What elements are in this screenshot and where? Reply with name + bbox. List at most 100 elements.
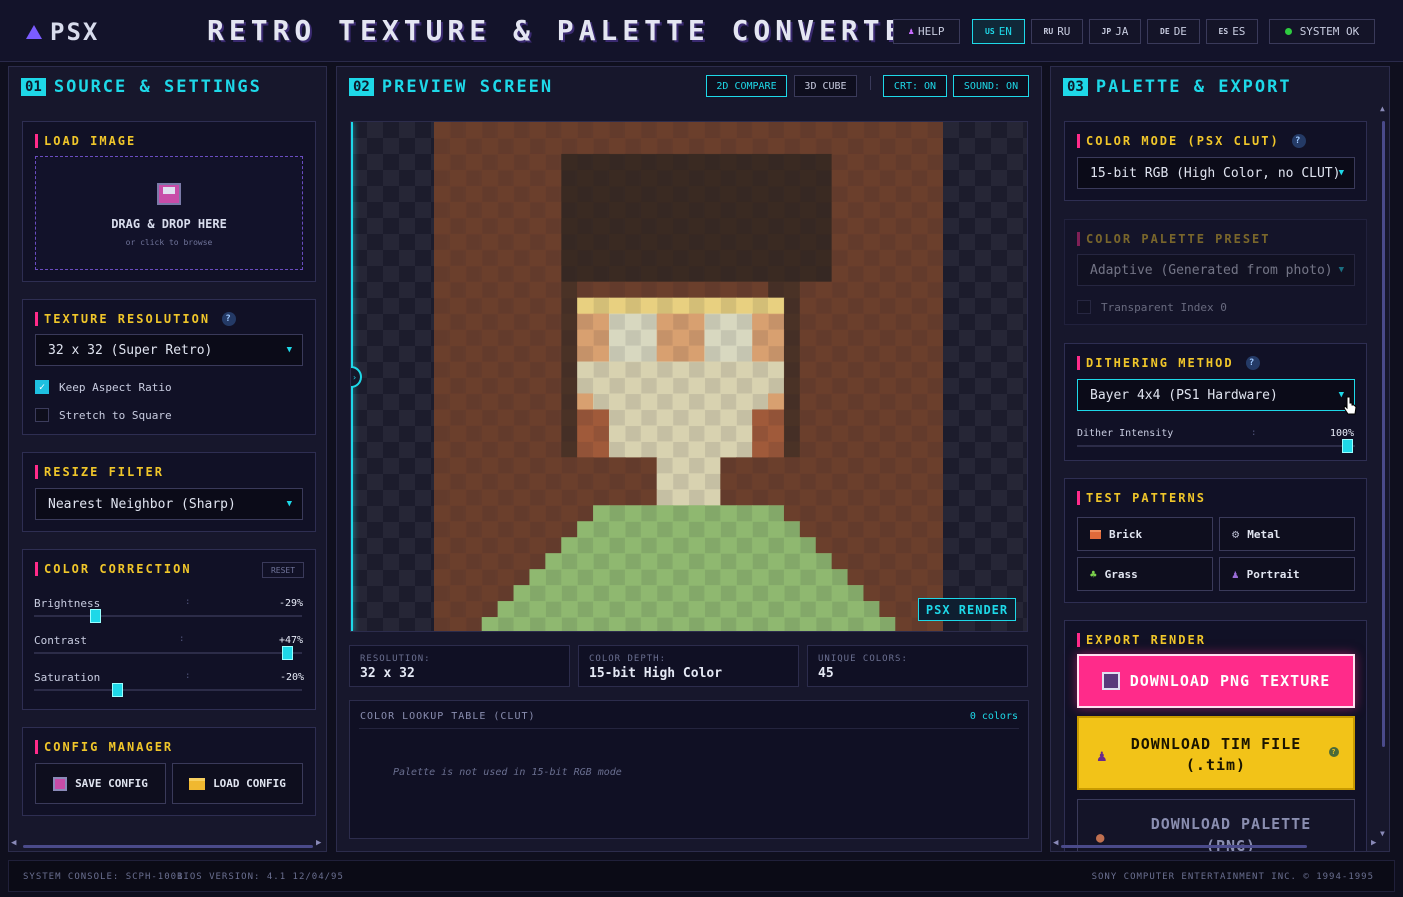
button-label: Brick: [1109, 527, 1143, 541]
help-button[interactable]: ♟ HELP: [893, 19, 960, 44]
lang-button-de[interactable]: DE DE: [1147, 19, 1200, 44]
load-image-card: LOAD IMAGE DRAG & DROP HERE or click to …: [22, 121, 316, 282]
browse-hint: or click to browse: [125, 238, 213, 247]
crt-toggle[interactable]: CRT: ON: [883, 75, 947, 97]
button-label: Metal: [1247, 527, 1281, 541]
grass-icon: ♣: [1090, 567, 1097, 581]
lang-button-en[interactable]: US EN: [972, 19, 1025, 44]
save-config-button[interactable]: SAVE CONFIG: [35, 763, 166, 804]
contrast-slider[interactable]: [34, 652, 302, 654]
select-value: 32 x 32 (Super Retro): [48, 342, 213, 358]
separator: :: [185, 597, 191, 607]
keep-aspect-checkbox[interactable]: ✓ Keep Aspect Ratio: [35, 380, 172, 394]
info-question-icon[interactable]: ?: [1329, 747, 1339, 757]
resolution-select[interactable]: 32 x 32 (Super Retro) ▼: [35, 334, 303, 366]
floppy-disk-icon: [1101, 672, 1120, 690]
scroll-right-icon[interactable]: ▶: [1371, 838, 1376, 848]
help-question-icon[interactable]: ?: [1291, 134, 1306, 148]
help-question-icon[interactable]: ?: [1245, 356, 1260, 370]
sound-toggle[interactable]: SOUND: ON: [953, 75, 1029, 97]
scroll-down-icon[interactable]: ▼: [1380, 829, 1385, 838]
pattern-metal-button[interactable]: ⚙ Metal: [1219, 517, 1355, 551]
saturation-slider[interactable]: [34, 689, 302, 691]
lang-label: RU: [1057, 25, 1071, 38]
reset-button[interactable]: RESET: [262, 562, 304, 578]
saturation-slider-thumb[interactable]: [112, 683, 123, 697]
contrast-slider-thumb[interactable]: [282, 646, 293, 660]
button-label: SAVE CONFIG: [75, 777, 148, 790]
stretch-square-checkbox[interactable]: Stretch to Square: [35, 408, 172, 422]
dither-slider-thumb[interactable]: [1342, 439, 1353, 453]
color-mode-select[interactable]: 15-bit RGB (High Color, no CLUT) ▼: [1077, 157, 1355, 189]
lang-button-ja[interactable]: JP JA: [1089, 19, 1141, 44]
brightness-slider[interactable]: [34, 615, 302, 617]
dither-intensity-slider[interactable]: [1077, 445, 1355, 447]
resize-filter-select[interactable]: Nearest Neighbor (Sharp) ▼: [35, 488, 303, 520]
cube-3d-button[interactable]: 3D CUBE: [794, 75, 857, 97]
stat-key: RESOLUTION:: [360, 654, 431, 664]
button-label: LOAD CONFIG: [213, 777, 286, 790]
horizontal-scrollbar[interactable]: ◀ ▶: [1053, 838, 1377, 850]
button-label: DOWNLOAD PALETTE: [1150, 815, 1312, 833]
load-config-button[interactable]: LOAD CONFIG: [172, 763, 303, 804]
scroll-left-icon[interactable]: ◀: [1053, 838, 1058, 848]
transparent-index-checkbox[interactable]: Transparent Index 0: [1077, 300, 1227, 314]
joystick-icon: ♟: [908, 26, 914, 37]
download-png-button[interactable]: DOWNLOAD PNG TEXTURE: [1077, 654, 1355, 708]
vertical-scrollbar[interactable]: ▲ ▼: [1380, 104, 1388, 839]
dithering-select[interactable]: Bayer 4x4 (PS1 Hardware) ▼: [1077, 379, 1355, 411]
dithering-card: DITHERING METHOD? Bayer 4x4 (PS1 Hardwar…: [1064, 343, 1367, 461]
card-title: DITHERING METHOD?: [1077, 356, 1260, 370]
psx-render-badge: PSX RENDER: [918, 598, 1016, 621]
system-status: SYSTEM OK: [1269, 19, 1375, 44]
brightness-value: -29%: [279, 598, 304, 609]
card-title: CONFIG MANAGER: [35, 740, 173, 754]
panel-header: 02 PREVIEW SCREEN: [349, 77, 553, 97]
clut-divider: [359, 728, 1019, 729]
separator: :: [185, 671, 191, 681]
stat-value: 45: [818, 666, 834, 681]
pattern-brick-button[interactable]: Brick: [1077, 517, 1213, 551]
pattern-portrait-button[interactable]: ♟ Portrait: [1219, 557, 1355, 591]
folder-icon: [189, 777, 206, 790]
export-render-card: EXPORT RENDER DOWNLOAD PNG TEXTURE ♟ DOW…: [1064, 620, 1367, 851]
palette-preset-card: COLOR PALETTE PRESET Adaptive (Generated…: [1064, 219, 1367, 325]
pattern-grass-button[interactable]: ♣ Grass: [1077, 557, 1213, 591]
help-question-icon[interactable]: ?: [222, 312, 237, 326]
clut-count: 0 colors: [969, 711, 1018, 722]
flag-es-icon: ES: [1218, 27, 1229, 36]
lang-button-es[interactable]: ES ES: [1206, 19, 1258, 44]
scroll-right-icon[interactable]: ▶: [316, 838, 321, 848]
drop-zone[interactable]: DRAG & DROP HERE or click to browse: [35, 156, 303, 270]
brightness-slider-thumb[interactable]: [90, 609, 101, 623]
card-title: COLOR MODE (PSX CLUT)?: [1077, 134, 1306, 148]
lang-button-ru[interactable]: RU RU: [1031, 19, 1083, 44]
color-correction-card: COLOR CORRECTION RESET Brightness : -29%…: [22, 549, 316, 710]
chevron-down-icon: ▼: [286, 345, 292, 355]
source-settings-panel: 01 SOURCE & SETTINGS LOAD IMAGE DRAG & D…: [8, 66, 327, 852]
scroll-up-icon[interactable]: ▲: [1380, 104, 1385, 113]
lang-label: JA: [1115, 25, 1129, 38]
card-title: LOAD IMAGE: [35, 134, 136, 148]
texture-resolution-card: TEXTURE RESOLUTION? 32 x 32 (Super Retro…: [22, 299, 316, 435]
palette-preset-select[interactable]: Adaptive (Generated from photo) ▼: [1077, 254, 1355, 286]
select-value: Nearest Neighbor (Sharp): [48, 496, 236, 512]
horizontal-scrollbar[interactable]: ◀ ▶: [11, 838, 325, 850]
stat-unique-colors: UNIQUE COLORS: 45: [807, 645, 1028, 687]
dither-intensity-label: Dither Intensity: [1077, 428, 1174, 439]
flag-us-icon: US: [985, 27, 995, 36]
stat-resolution: RESOLUTION: 32 x 32: [349, 645, 570, 687]
console-info: SYSTEM CONSOLE: SCPH-1001: [23, 872, 184, 882]
select-value: 15-bit RGB (High Color, no CLUT): [1090, 165, 1341, 181]
card-title: COLOR PALETTE PRESET: [1077, 232, 1271, 246]
gear-icon: ⚙: [1232, 527, 1240, 541]
preview-screen: › PSX RENDER: [350, 121, 1028, 632]
pixel-art-preview: [434, 122, 943, 631]
scroll-left-icon[interactable]: ◀: [11, 838, 16, 848]
app-logo: PSX: [26, 18, 99, 46]
panel-title: SOURCE & SETTINGS: [53, 77, 262, 97]
panel-header: 03 PALETTE & EXPORT: [1063, 77, 1292, 97]
compare-2d-button[interactable]: 2D COMPARE: [706, 75, 787, 97]
button-label: DOWNLOAD TIM FILE: [1130, 735, 1302, 753]
download-tim-button[interactable]: ♟ DOWNLOAD TIM FILE (.tim) ?: [1077, 716, 1355, 790]
